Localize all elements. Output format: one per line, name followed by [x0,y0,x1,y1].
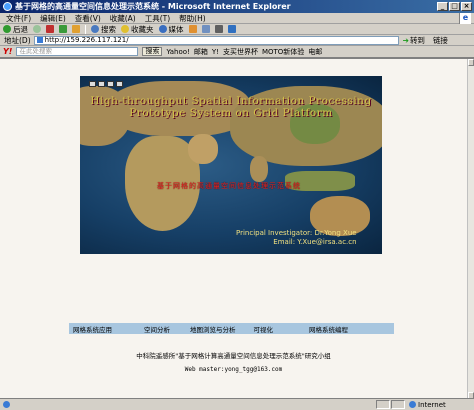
go-arrow-icon: ➔ [402,35,409,45]
forward-button[interactable] [33,25,41,33]
menu-view[interactable]: 查看(V) [75,13,101,24]
nav-map-browse[interactable]: 地图浏览与分析 [190,324,236,334]
windows-logo-icon: e [459,13,471,24]
menu-file[interactable]: 文件(F) [6,13,31,24]
security-zone: Internet [406,401,474,409]
toolbar-link-moto[interactable]: MOTO新体验 [262,47,304,57]
internet-globe-icon [409,401,416,408]
minimize-button[interactable]: _ [437,2,448,11]
menu-tools[interactable]: 工具(T) [145,13,170,24]
page-done-icon [3,401,10,408]
media-button[interactable]: 媒体 [158,24,184,35]
status-segment [376,400,390,409]
menu-help[interactable]: 帮助(H) [179,13,206,24]
links-button[interactable]: 链接 [433,35,448,46]
history-icon[interactable] [188,25,197,33]
go-button[interactable]: ➔ 转到 [403,35,425,46]
refresh-icon[interactable] [59,25,67,33]
media-icon [158,25,167,33]
address-url: http://159.226.117.121/ [44,36,129,44]
menu-favorites[interactable]: 收藏(A) [110,13,136,24]
principal-investigator: Principal Investigator: Dr.Yong Xue Emai… [236,229,357,247]
banner-chinese-title: 基于网格的高通量空间信息处理示范系统 [157,182,301,190]
nav-visualization[interactable]: 可视化 [254,324,274,334]
nav-grid-programming[interactable]: 网格系统编程 [309,324,348,334]
scroll-up-button[interactable] [468,59,474,66]
mail-icon[interactable] [201,25,210,33]
back-arrow-icon [3,25,11,33]
title-bar: 基于网格的高通量空间信息处理示范系统 - Microsoft Internet … [0,0,474,13]
toolbar-link-email[interactable]: 电邮 [308,47,322,57]
toolbar-link-yahoo[interactable]: Yahoo! [166,48,189,56]
print-icon[interactable] [214,25,223,33]
world-map-banner: High-throughput Spatial Information Proc… [80,76,382,254]
search-submit-button[interactable]: 搜索 [142,47,163,56]
zone-label: Internet [418,400,446,409]
nav-grid-apps[interactable]: 网格系统应用 [73,324,112,334]
footer-webmaster[interactable]: Web master:yong_tgg@163.com [0,366,467,373]
mail-icon[interactable] [107,81,114,87]
search-input[interactable]: 在此处搜索 [16,47,139,56]
edit-icon[interactable] [227,25,236,33]
save-icon[interactable] [89,81,96,87]
toolbar-link-y[interactable]: Y! [212,48,219,56]
site-nav: 网格系统应用 空间分析 地图浏览与分析 可视化 网格系统编程 [69,323,394,334]
status-bar: Internet [0,398,474,410]
search-button[interactable]: 搜索 [91,24,116,35]
stop-icon[interactable] [46,25,54,33]
toolbar-separator [85,24,86,34]
address-bar: 地址(D) http://159.226.117.121/ ➔ 转到 链接 [0,35,474,46]
window-title: 基于网格的高通量空间信息处理示范系统 - Microsoft Internet … [15,2,291,11]
address-input[interactable]: http://159.226.117.121/ [33,35,399,45]
maximize-button[interactable]: □ [449,2,460,11]
back-button[interactable]: 后退 [3,24,28,35]
menu-edit[interactable]: 编辑(E) [40,13,66,24]
close-button[interactable]: × [461,2,472,11]
status-segment [391,400,405,409]
yahoo-toolbar: Y! 在此处搜索 搜索 Yahoo! 邮箱 Y! 支买世界杯 MOTO新体验 电… [0,46,474,58]
pi-email: Email: Y.Xue@irsa.ac.cn [273,238,357,246]
ie-icon [3,2,12,11]
star-icon [121,25,129,33]
print-icon[interactable] [98,81,105,87]
footer-org: 中科院遥感所"基于网格计算高通量空间信息处理示范系统"研究小组 [136,352,331,360]
forward-arrow-icon [33,25,41,33]
vertical-scrollbar[interactable] [467,59,474,399]
search-icon [91,25,99,33]
yahoo-logo[interactable]: Y! [3,47,12,56]
toolbar-link-mail[interactable]: 邮箱 [194,47,208,57]
status-text [0,401,376,408]
nav-spatial-analysis[interactable]: 空间分析 [144,324,170,334]
page-viewport: High-throughput Spatial Information Proc… [0,58,474,399]
banner-title-line1: High-throughput Spatial Information Proc… [90,95,372,107]
page-icon [36,37,43,43]
toolbar-link-worldcup[interactable]: 支买世界杯 [223,47,258,57]
favorites-button[interactable]: 收藏夹 [121,24,154,35]
address-label: 地址(D) [4,35,31,45]
home-icon[interactable] [72,25,80,33]
standard-toolbar: 后退 搜索 收藏夹 媒体 [0,24,474,35]
banner-title-line2: Prototype System on Grid Platform [129,107,333,119]
pi-name: Principal Investigator: Dr.Yong Xue [236,229,357,237]
folder-icon[interactable] [116,81,123,87]
menu-bar: 文件(F) 编辑(E) 查看(V) 收藏(A) 工具(T) 帮助(H) e [0,13,474,24]
